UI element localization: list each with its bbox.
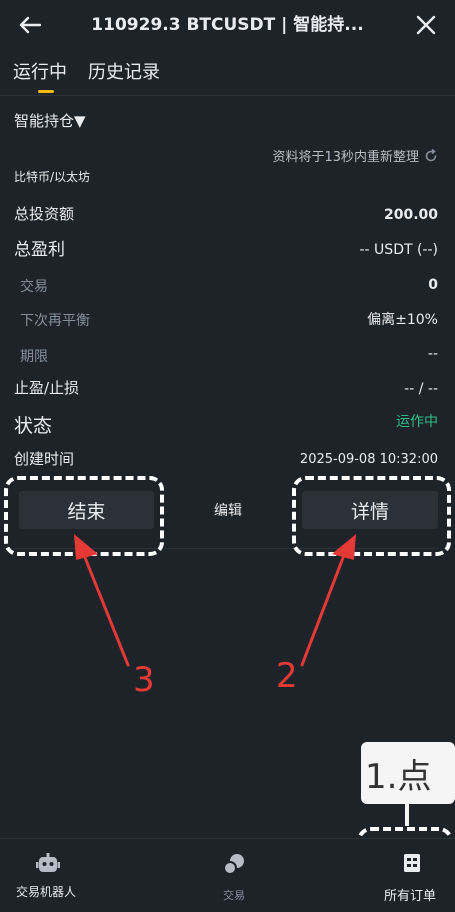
arrow-to-details-icon	[300, 534, 356, 667]
trades-value: 0	[428, 277, 438, 293]
next-rebalance-value: 偏离±10%	[367, 312, 438, 328]
back-button[interactable]	[14, 10, 46, 40]
period-label: 期限	[20, 349, 48, 365]
refresh-icon[interactable]	[424, 149, 438, 163]
total-pnl-label: 总盈利	[14, 240, 65, 260]
total-invest-label: 总投资额	[14, 205, 75, 223]
status-label: 状态	[14, 415, 53, 437]
nav-trade[interactable]: 交易	[190, 839, 278, 912]
bot-detail-panel: 智能持仓▼ 资料将于13秒内重新整理 比特币/以太坊 总投资额 200.00 总…	[0, 97, 455, 837]
close-button[interactable]	[411, 10, 441, 40]
total-invest-value: 200.00	[383, 207, 438, 223]
edit-button[interactable]: 编辑	[163, 491, 293, 529]
pair-label: 比特币/以太坊	[14, 170, 91, 184]
nav-trading-bot[interactable]: 交易机器人	[0, 839, 92, 912]
header-bar: 110929.3 BTCUSDT | 智能持...	[0, 0, 455, 50]
status-badge: 运作中	[396, 414, 438, 430]
next-rebalance-label: 下次再平衡	[20, 313, 90, 329]
nav-all-orders-label: 所有订单	[383, 889, 436, 904]
tpsl-label: 止盈/止损	[14, 379, 80, 397]
nav-all-orders[interactable]: 所有订单	[365, 839, 455, 912]
period-value: --	[427, 346, 438, 362]
annotation-tooltip: 1.点	[361, 742, 455, 804]
nav-trading-bot-label: 交易机器人	[15, 885, 76, 899]
tab-running[interactable]: 运行中	[13, 58, 67, 84]
annotation-number-2: 2	[276, 656, 298, 696]
page-title: 110929.3 BTCUSDT | 智能持...	[91, 15, 364, 35]
tooltip-pointer	[405, 804, 409, 826]
total-pnl-value: -- USDT (--)	[359, 242, 439, 258]
created-value: 2025-09-08 10:32:00	[299, 452, 438, 467]
robot-icon	[36, 853, 60, 872]
tab-bar: 运行中 历史记录	[0, 50, 455, 96]
tab-history[interactable]: 历史记录	[88, 58, 160, 84]
nav-trade-label: 交易	[223, 889, 245, 902]
trades-label: 交易	[20, 279, 48, 295]
bottom-nav: 交易机器人 交易 所有订单	[0, 838, 455, 912]
close-icon	[416, 15, 436, 35]
orders-icon	[404, 854, 420, 872]
tpsl-value: -- / --	[404, 381, 438, 397]
arrow-left-icon	[19, 16, 41, 34]
annotation-number-3: 3	[133, 660, 155, 700]
tab-active-indicator	[38, 90, 54, 93]
arrow-to-end-icon	[74, 534, 130, 667]
refresh-text: 资料将于13秒内重新整理	[272, 150, 419, 165]
created-label: 创建时间	[14, 450, 75, 468]
coins-icon	[223, 854, 244, 875]
strategy-dropdown[interactable]: 智能持仓▼	[14, 110, 86, 131]
